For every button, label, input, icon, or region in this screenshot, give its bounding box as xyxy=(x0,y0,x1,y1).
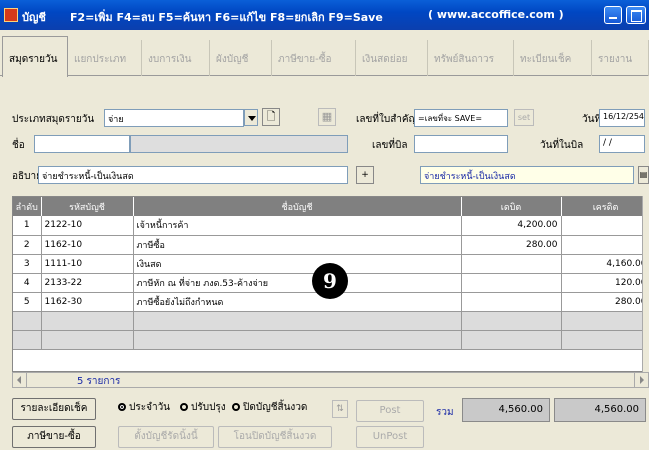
cheque-detail-button[interactable]: รายละเอียดเช็ค xyxy=(12,398,96,420)
tab-financial-statements[interactable]: งบการเงิน xyxy=(142,40,210,76)
tab-petty-cash[interactable]: เงินสดย่อย xyxy=(356,40,428,76)
col-header-debit: เดบิต xyxy=(461,197,562,216)
calculator-icon[interactable]: ▦ xyxy=(318,108,336,126)
debit-cell[interactable] xyxy=(461,273,562,293)
set-recurring-button[interactable]: ตั้งบัญชีรัดนิ้งนี้ xyxy=(118,426,214,448)
post-button[interactable]: Post xyxy=(356,400,424,422)
total-credit: 4,560.00 xyxy=(554,398,646,422)
account-code-cell[interactable]: 1111-10 xyxy=(41,254,134,274)
scroll-right-icon[interactable] xyxy=(634,373,648,387)
radio-selected-icon xyxy=(118,403,126,411)
radio-close-period[interactable]: ปิดบัญชีสิ้นงวด xyxy=(232,400,307,415)
col-header-credit: เครดิต xyxy=(561,197,648,216)
app-icon xyxy=(4,8,18,22)
credit-cell[interactable] xyxy=(561,235,648,255)
col-header-account-name: ชื่อบัญชี xyxy=(133,197,462,216)
radio-daily-label: ประจำวัน xyxy=(129,402,171,413)
window-title: บัญชี xyxy=(22,11,46,24)
radio-close-label: ปิดบัญชีสิ้นงวด xyxy=(243,402,308,413)
unpost-button[interactable]: UnPost xyxy=(356,426,424,448)
col-header-account-code: รหัสบัญชี xyxy=(41,197,134,216)
debit-cell[interactable]: 4,200.00 xyxy=(461,216,562,236)
transfer-closing-button[interactable]: โอนปิดบัญชีสิ้นงวด xyxy=(218,426,332,448)
account-code-cell[interactable]: 2133-22 xyxy=(41,273,134,293)
radio-daily[interactable]: ประจำวัน xyxy=(118,400,170,415)
credit-cell[interactable]: 120.00 xyxy=(561,273,648,293)
account-name-cell[interactable]: เงินสด xyxy=(133,254,462,274)
radio-adjust-label: ปรับปรุง xyxy=(191,402,226,413)
account-code-cell[interactable]: 1162-30 xyxy=(41,292,134,312)
tab-sales-purchase-tax[interactable]: ภาษีขาย-ซื้อ xyxy=(272,40,356,76)
bill-no-label: เลขที่บิล xyxy=(372,140,408,151)
set-button[interactable]: set xyxy=(514,109,534,126)
name-code-field[interactable] xyxy=(34,135,130,153)
row-no: 2 xyxy=(13,235,42,255)
date-field[interactable]: 16/12/2549 xyxy=(599,109,645,127)
account-name-cell[interactable]: เจ้าหนี้การค้า xyxy=(133,216,462,236)
table-row[interactable]: 1 2122-10 เจ้าหนี้การค้า 4,200.00 xyxy=(13,216,648,236)
tab-reports[interactable]: รายงาน xyxy=(592,40,649,76)
row-no: 5 xyxy=(13,292,42,312)
empty-row[interactable] xyxy=(13,311,648,331)
scroll-left-icon[interactable] xyxy=(13,373,27,387)
lookup-icon[interactable]: ▤ xyxy=(638,166,649,184)
col-header-no: ลำดับ xyxy=(13,197,42,216)
shortcut-hints: F2=เพิ่ม F4=ลบ F5=ค้นหา F6=แก้ไข F8=ยกเล… xyxy=(70,11,383,24)
tab-chart-of-accounts[interactable]: ผังบัญชี xyxy=(210,40,272,76)
doc-no-label: เลขที่ใบสำคัญ xyxy=(356,114,418,125)
total-debit: 4,560.00 xyxy=(462,398,550,422)
account-code-cell[interactable]: 2122-10 xyxy=(41,216,134,236)
journal-type-select[interactable]: จ่าย xyxy=(104,109,244,127)
radio-icon xyxy=(180,403,188,411)
journal-type-label: ประเภทสมุดรายวัน xyxy=(12,114,95,125)
description-field[interactable]: จ่ายชำระหนี้-เป็นเงินสด xyxy=(38,166,348,184)
total-label: รวม xyxy=(436,407,454,418)
minimize-icon[interactable] xyxy=(604,6,622,24)
bill-no-field[interactable] xyxy=(414,135,508,153)
website-url: ( www.accoffice.com ) xyxy=(428,8,564,21)
step-number-badge: 9 xyxy=(312,263,348,299)
name-label: ชื่อ xyxy=(12,140,25,151)
account-name-cell[interactable]: ภาษีซื้อ xyxy=(133,235,462,255)
horizontal-scrollbar[interactable]: 5 รายการ xyxy=(12,372,649,388)
row-no: 1 xyxy=(13,216,42,236)
debit-cell[interactable] xyxy=(461,254,562,274)
table-row[interactable]: 2 1162-10 ภาษีซื้อ 280.00 xyxy=(13,235,648,255)
new-document-icon[interactable]: 🗋 xyxy=(262,108,280,126)
sort-icon[interactable]: ⇅ xyxy=(332,400,348,418)
title-bar: บัญชี F2=เพิ่ม F4=ลบ F5=ค้นหา F6=แก้ไข F… xyxy=(0,0,649,30)
vertical-scrollbar[interactable] xyxy=(642,196,649,372)
credit-cell[interactable]: 4,160.00 xyxy=(561,254,648,274)
doc-no-field[interactable]: =เลขที่จะ SAVE= xyxy=(414,109,508,127)
account-name-cell[interactable]: ภาษีซื้อยังไม่ถึงกำหนด xyxy=(133,292,462,312)
maximize-icon[interactable] xyxy=(626,6,646,24)
row-count: 5 รายการ xyxy=(77,376,121,387)
row-no: 4 xyxy=(13,273,42,293)
account-code-cell[interactable]: 1162-10 xyxy=(41,235,134,255)
row-no: 3 xyxy=(13,254,42,274)
credit-cell[interactable]: 280.00 xyxy=(561,292,648,312)
debit-cell[interactable]: 280.00 xyxy=(461,235,562,255)
credit-cell[interactable] xyxy=(561,216,648,236)
tab-journal[interactable]: สมุดรายวัน xyxy=(2,36,68,77)
bill-date-label: วันที่ในบิล xyxy=(540,140,584,151)
chevron-down-icon[interactable] xyxy=(244,109,258,126)
name-field[interactable] xyxy=(130,135,348,153)
radio-adjust[interactable]: ปรับปรุง xyxy=(180,400,226,415)
tab-ledger[interactable]: แยกประเภท xyxy=(68,40,142,76)
description-preset-field[interactable]: จ่ายชำระหนี้-เป็นเงินสด xyxy=(420,166,634,184)
debit-cell[interactable] xyxy=(461,292,562,312)
empty-row[interactable] xyxy=(13,330,648,350)
tab-cheque-register[interactable]: ทะเบียนเช็ค xyxy=(514,40,592,76)
account-name-cell[interactable]: ภาษีหัก ณ ที่จ่าย ภงด.53-ค้างจ่าย xyxy=(133,273,462,293)
radio-icon xyxy=(232,403,240,411)
sales-purchase-tax-button[interactable]: ภาษีขาย-ซื้อ xyxy=(12,426,96,448)
add-description-button[interactable]: + xyxy=(356,166,374,184)
module-tabs: สมุดรายวัน แยกประเภท งบการเงิน ผังบัญชี … xyxy=(0,36,649,77)
bill-date-field[interactable]: / / xyxy=(599,135,645,153)
tab-fixed-assets[interactable]: ทรัพย์สินถาวร xyxy=(428,40,514,76)
